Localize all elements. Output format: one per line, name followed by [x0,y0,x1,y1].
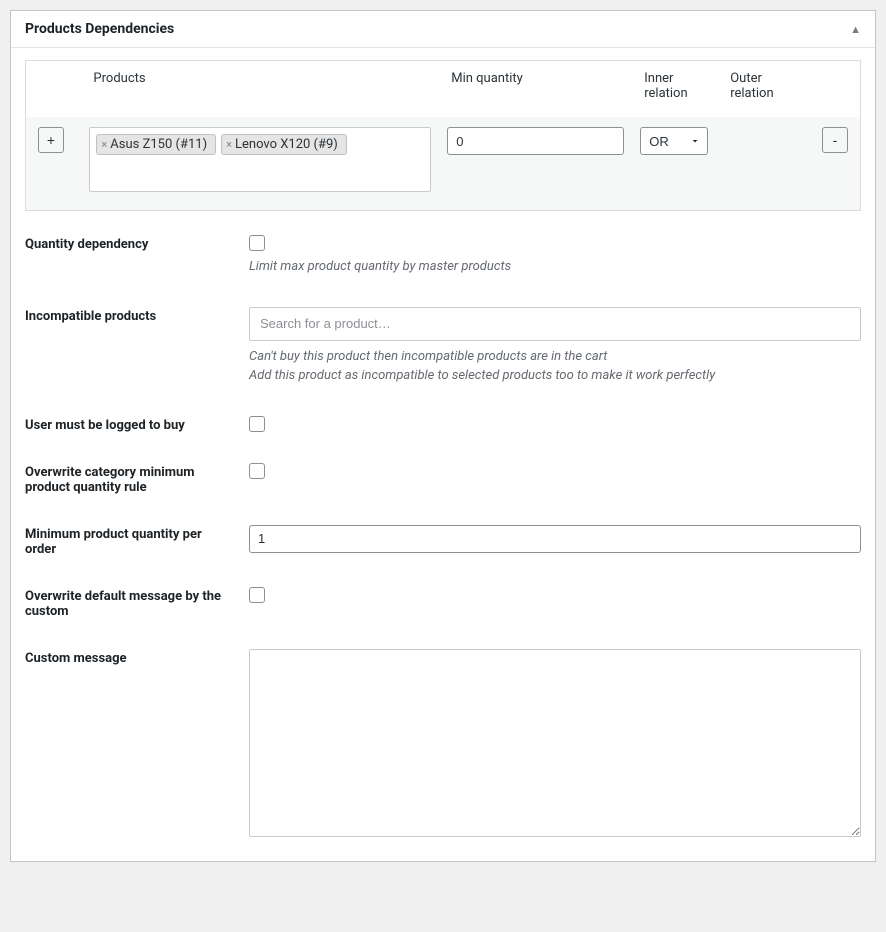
products-dependencies-panel: Products Dependencies ▲ Products Min qua… [10,10,876,862]
incompatible-products-desc-line2: Add this product as incompatible to sele… [249,368,715,383]
overwrite-cat-min-checkbox[interactable] [249,463,265,479]
inner-relation-select[interactable]: OR AND [640,127,708,155]
tag-remove-icon[interactable]: × [101,139,107,150]
add-row-button[interactable]: + [38,127,64,153]
overwrite-default-msg-label: Overwrite default message by the custom [25,587,249,619]
collapse-toggle-icon[interactable]: ▲ [850,24,861,35]
quantity-dependency-row: Quantity dependency Limit max product qu… [25,235,861,277]
col-header-empty [26,61,82,118]
outer-relation-cell [718,117,814,211]
quantity-dependency-desc: Limit max product quantity by master pro… [249,257,861,277]
incompatible-products-desc-line1: Can't buy this product then incompatible… [249,349,607,364]
products-tag-input[interactable]: × Asus Z150 (#11) × Lenovo X120 (#9) [89,127,431,192]
min-qty-per-order-label: Minimum product quantity per order [25,525,249,557]
custom-message-row: Custom message [25,649,861,841]
product-tag-label: Asus Z150 (#11) [110,137,207,152]
user-logged-row: User must be logged to buy [25,416,861,433]
product-tag: × Asus Z150 (#11) [96,134,216,155]
product-tag-label: Lenovo X120 (#9) [235,137,338,152]
custom-message-textarea[interactable] [249,649,861,837]
col-header-outer-relation: Outer relation [718,61,814,118]
overwrite-cat-min-row: Overwrite category minimum product quant… [25,463,861,495]
dependencies-table: Products Min quantity Inner relation Out… [25,60,861,211]
panel-header: Products Dependencies ▲ [11,11,875,48]
col-header-min-qty: Min quantity [439,61,632,118]
incompatible-products-label: Incompatible products [25,307,249,324]
quantity-dependency-checkbox[interactable] [249,235,265,251]
overwrite-default-msg-checkbox[interactable] [249,587,265,603]
min-qty-per-order-input[interactable] [249,525,861,553]
col-header-products: Products [81,61,439,118]
user-logged-label: User must be logged to buy [25,416,249,433]
incompatible-products-search[interactable] [249,307,861,341]
product-tag: × Lenovo X120 (#9) [221,134,347,155]
incompatible-products-row: Incompatible products Can't buy this pro… [25,307,861,386]
overwrite-default-msg-row: Overwrite default message by the custom [25,587,861,619]
overwrite-cat-min-label: Overwrite category minimum product quant… [25,463,249,495]
quantity-dependency-label: Quantity dependency [25,235,249,252]
min-quantity-input[interactable] [447,127,624,155]
remove-row-button[interactable]: - [822,127,848,153]
col-header-remove [814,61,861,118]
panel-title: Products Dependencies [25,21,174,37]
user-logged-checkbox[interactable] [249,416,265,432]
dependency-row: + × Asus Z150 (#11) × Lenovo X120 (#9) [26,117,861,211]
incompatible-products-desc: Can't buy this product then incompatible… [249,347,861,386]
tag-remove-icon[interactable]: × [226,139,232,150]
col-header-inner-relation: Inner relation [632,61,718,118]
min-qty-per-order-row: Minimum product quantity per order [25,525,861,557]
custom-message-label: Custom message [25,649,249,666]
panel-body: Products Min quantity Inner relation Out… [11,48,875,861]
